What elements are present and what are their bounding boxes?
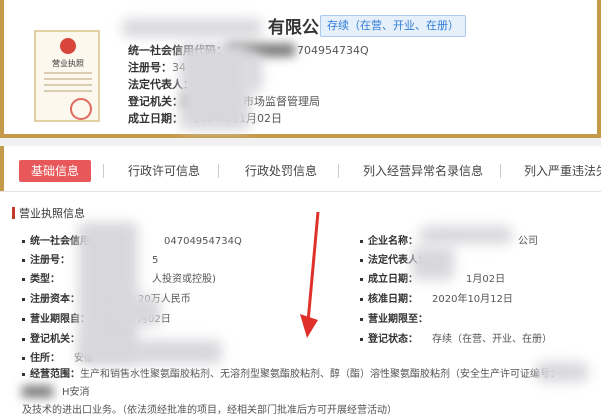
redaction-blur: [180, 44, 250, 130]
redaction-blur: [536, 362, 588, 382]
section-gap: [0, 138, 601, 146]
tab-bar: 基础信息 行政许可信息 行政处罚信息 列入经营异常名录信息 列入严重违法失: [0, 146, 601, 192]
license-thumb-title: 营业执照: [52, 59, 84, 68]
tab-abnormal-operation[interactable]: 列入经营异常名录信息: [363, 160, 483, 182]
business-license-thumbnail[interactable]: 营业执照: [34, 30, 100, 122]
redaction-blur: [244, 52, 262, 92]
company-name: 有限公司: [122, 13, 336, 38]
redaction-blur: [412, 246, 454, 280]
section-title: 营业执照信息: [12, 205, 85, 221]
tab-divider: [103, 164, 104, 178]
field-reg-status: 登记状态： 存续（在营、开业、在册）: [360, 330, 552, 345]
header-row-label: 登记机关：: [128, 95, 183, 108]
tab-admin-penalty[interactable]: 行政处罚信息: [245, 160, 317, 182]
header-row-value: 市场监督管理局: [243, 95, 320, 108]
tab-divider: [218, 164, 219, 178]
company-name-masked: [122, 19, 262, 37]
tab-serious-violation[interactable]: 列入严重违法失: [524, 160, 601, 182]
red-arrow-annotation-icon: [300, 211, 320, 338]
stamp-icon: [70, 98, 92, 120]
redaction-blur: [120, 296, 160, 326]
field-reg-authority: 登记机关：: [22, 330, 86, 345]
national-emblem-icon: [60, 38, 76, 54]
status-badge: 存续（在营、开业、在册）: [320, 15, 466, 37]
header-reg-no-row: 注册号：34: [128, 59, 186, 75]
tab-admin-license[interactable]: 行政许可信息: [128, 160, 200, 182]
field-term-to: 营业期限至：: [360, 310, 434, 325]
business-scope: 经营范围：生产和销售水性聚氨酯胶粘剂、无溶剂型聚氨酯胶粘剂、醇（酯）溶性聚氨酯胶…: [22, 369, 560, 416]
tab-divider: [500, 164, 501, 178]
redaction-blur: [420, 226, 512, 244]
field-approval-date: 核准日期： 2020年10月12日: [360, 290, 513, 305]
header-row-value: 704954734Q: [297, 44, 369, 57]
redaction-blur: [82, 340, 222, 364]
section-marker-icon: [12, 207, 15, 219]
tab-underline: [0, 191, 601, 192]
header-row-label: 注册号：: [128, 61, 172, 74]
company-header-card: 营业执照 有限公司 存续（在营、开业、在册） 统一社会信用代码：████████…: [0, 0, 601, 138]
header-row-label: 成立日期：: [128, 112, 183, 125]
license-text-lines: [44, 72, 92, 96]
tab-divider: [338, 164, 339, 178]
tab-basic-info[interactable]: 基础信息: [19, 160, 92, 182]
